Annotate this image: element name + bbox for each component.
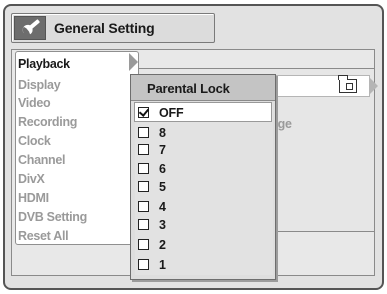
checkbox-icon[interactable] [138,259,149,270]
menu-item-reset-all[interactable]: Reset All [18,229,69,243]
window-title: General Setting [54,20,155,36]
menu-item-video[interactable]: Video [18,96,51,110]
menu-item-clock[interactable]: Clock [18,134,51,148]
option-3[interactable]: 3 [138,216,258,233]
option-label: 5 [159,179,166,194]
popup-title: Parental Lock [147,81,230,96]
option-2[interactable]: 2 [138,236,258,253]
menu-item-channel[interactable]: Channel [18,153,66,167]
option-4[interactable]: 4 [138,198,258,215]
menu-item-display[interactable]: Display [18,78,61,92]
option-label: 7 [159,142,166,157]
checkbox-icon[interactable] [138,144,149,155]
wrench-icon [14,16,46,40]
menu-item-dvb-setting[interactable]: DVB Setting [18,210,87,224]
checkbox-icon[interactable] [138,219,149,230]
option-label: 1 [159,257,166,272]
popup-header: Parental Lock [131,75,275,101]
checkbox-icon[interactable] [138,181,149,192]
option-6[interactable]: 6 [138,160,258,177]
option-1[interactable]: 1 [138,256,258,273]
title-bar: General Setting [11,13,215,43]
option-label: 2 [159,237,166,252]
checkbox-icon[interactable] [138,127,149,138]
option-8[interactable]: 8 [138,124,258,141]
option-5[interactable]: 5 [138,178,258,195]
menu-item-divx[interactable]: DivX [18,172,45,186]
option-label: 6 [159,161,166,176]
option-label: 4 [159,199,166,214]
option-off[interactable]: OFF [138,104,258,121]
option-label: 8 [159,125,166,140]
menu-item-hdmi[interactable]: HDMI [18,191,49,205]
checkbox-checked-icon[interactable] [138,107,149,118]
menu-item-playback[interactable]: Playback [18,57,70,71]
folder-lock-icon [338,75,357,93]
option-label: OFF [159,105,184,120]
menu-pointer-arrow-icon [129,53,138,71]
checkbox-icon[interactable] [138,201,149,212]
menu-item-recording[interactable]: Recording [18,115,77,129]
option-label: 3 [159,217,166,232]
checkbox-icon[interactable] [138,163,149,174]
checkbox-icon[interactable] [138,239,149,250]
chevron-right-icon[interactable] [370,78,378,94]
option-7[interactable]: 7 [138,141,258,158]
